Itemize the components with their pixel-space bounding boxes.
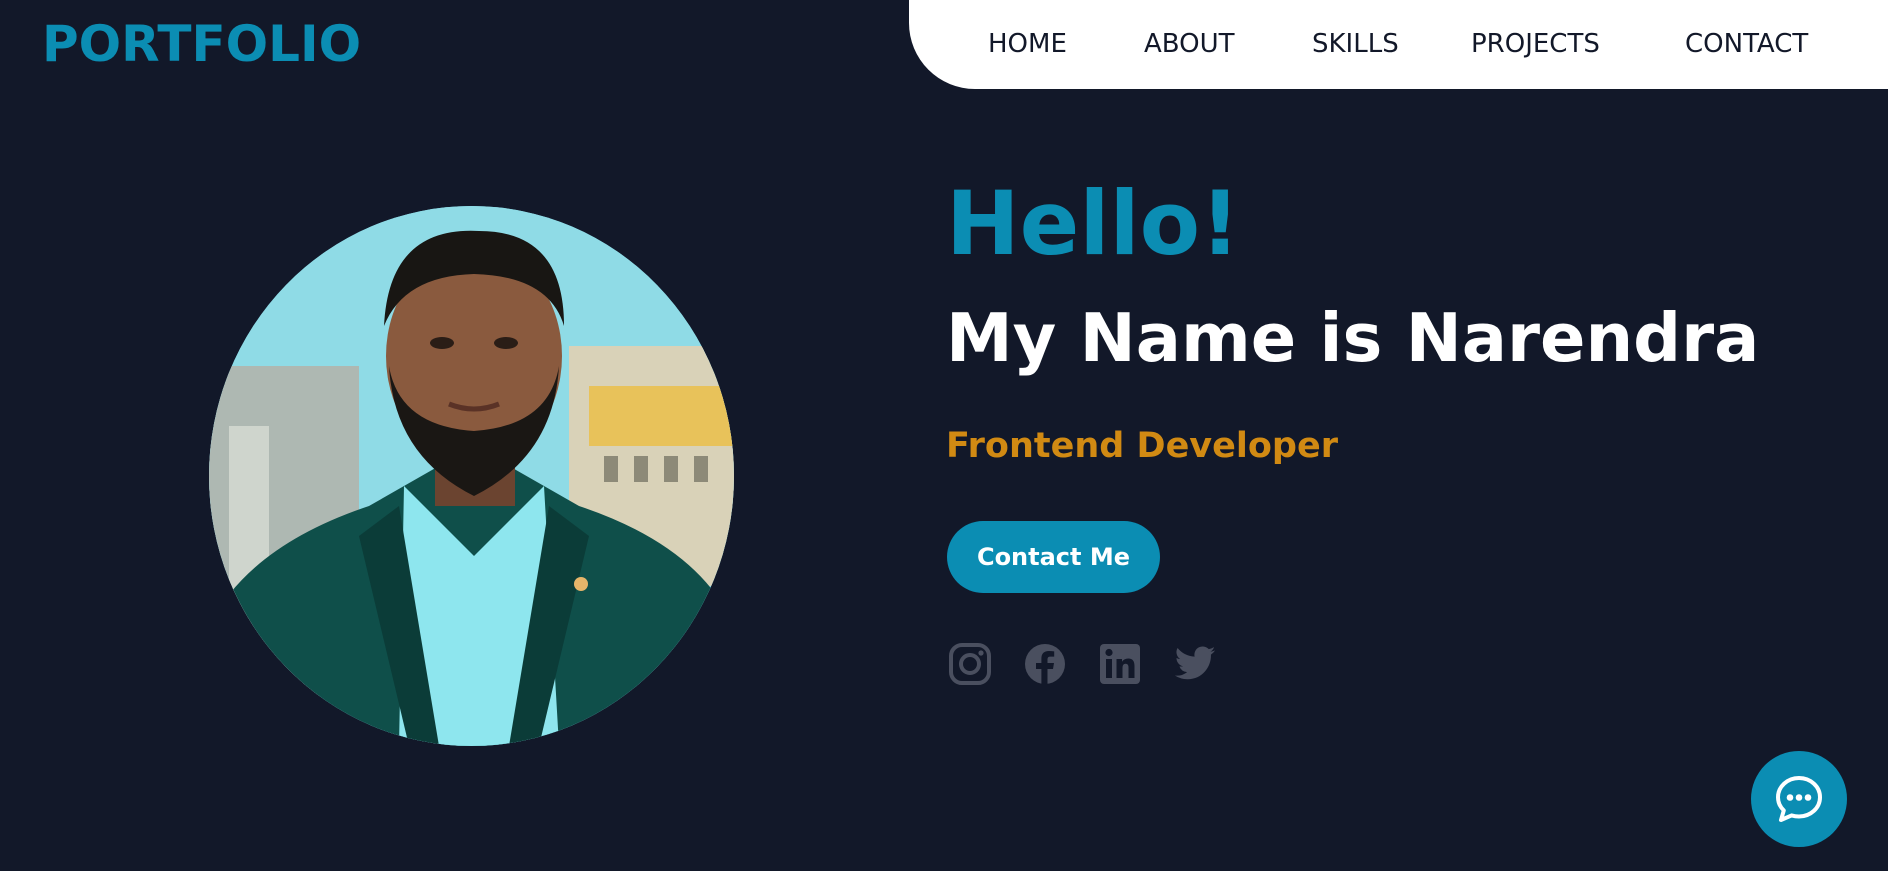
linkedin-icon[interactable] xyxy=(1098,642,1142,686)
nav-contact[interactable]: CONTACT xyxy=(1685,27,1808,61)
twitter-icon[interactable] xyxy=(1173,642,1217,686)
chat-button[interactable] xyxy=(1751,751,1847,847)
site-logo[interactable]: PORTFOLIO xyxy=(42,14,361,74)
nav-about[interactable]: ABOUT xyxy=(1144,27,1235,61)
nav-home[interactable]: HOME xyxy=(988,27,1067,61)
contact-me-button[interactable]: Contact Me xyxy=(947,521,1160,593)
profile-photo xyxy=(209,206,734,746)
chat-bubble-icon xyxy=(1776,776,1822,822)
nav-projects[interactable]: PROJECTS xyxy=(1471,27,1600,61)
nav-skills[interactable]: SKILLS xyxy=(1312,27,1399,61)
hero-greeting: Hello! xyxy=(946,172,1241,275)
top-nav: HOME ABOUT SKILLS PROJECTS CONTACT xyxy=(909,0,1888,89)
hero-name: My Name is Narendra xyxy=(946,299,1760,377)
hero-role: Frontend Developer xyxy=(946,426,1338,466)
facebook-icon[interactable] xyxy=(1023,642,1067,686)
profile-photo-illustration xyxy=(209,206,734,746)
instagram-icon[interactable] xyxy=(948,642,992,686)
